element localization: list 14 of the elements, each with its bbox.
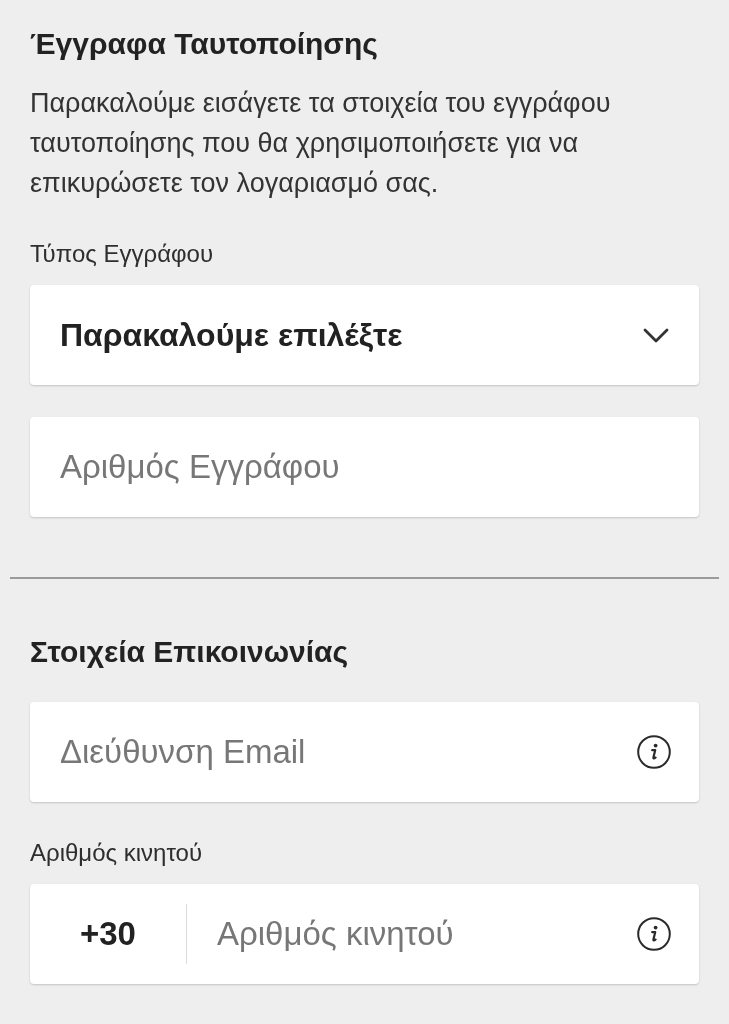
section-title: Στοιχεία Επικοινωνίας	[30, 634, 350, 670]
info-icon[interactable]	[637, 917, 671, 951]
input-field[interactable]: Διεύθυνση Email	[30, 702, 699, 802]
field-label: Αριθμός κινητού	[30, 838, 204, 868]
phone-input[interactable]: Αριθμός κινητού	[217, 909, 625, 959]
chevron-down-icon	[643, 327, 669, 343]
select-field[interactable]: Παρακαλούμε επιλέξτε	[30, 285, 699, 385]
section-title: Έγγραφα Ταυτοποίησης	[30, 26, 379, 62]
input-field[interactable]: Αριθμός Εγγράφου	[30, 417, 699, 517]
section-description: Παρακαλούμε εισάγετε τα στοιχεία του εγγράφου ταυτοποίησης που θα χρησιμοποιήσετε για να επικυρώσετε τον λογαριασμό σας.	[30, 87, 612, 200]
field-label: Τύπος Εγγράφου	[30, 239, 215, 269]
country-code[interactable]: +30	[30, 909, 186, 959]
phone-field[interactable]: +30 Αριθμός κινητού	[30, 884, 699, 984]
info-icon[interactable]	[637, 735, 671, 769]
